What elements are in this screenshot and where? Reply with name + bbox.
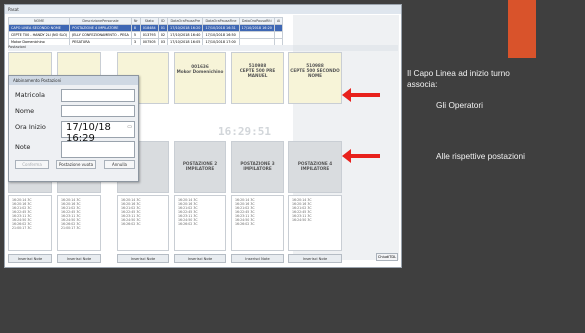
list-item: 16:26:02 3C [235,222,255,226]
grid-header[interactable]: NOME [7,17,71,25]
cancel-button[interactable]: Annulla [104,160,135,169]
event-list: 16:20:14 3C 16:20:16 3C 16:21:02 3C 16:2… [117,195,169,251]
cell: 17/10/2018 16:40 [167,31,204,39]
calendar-icon[interactable]: ▭ [127,124,132,130]
insert-note-button[interactable]: Inserisci Note [174,254,226,263]
insert-note-button[interactable]: Inserisci Note [288,254,342,263]
field-label: Note [15,143,31,151]
station-card[interactable]: 510988 CEPTE 500 SECONDO NOME [288,52,342,104]
arrow-icon [342,88,380,102]
cell: CEPTE T00 - HANDY 2LI (NO SLO) [7,31,71,39]
table-row[interactable]: CEPTE T00 - HANDY 2LI (NO SLO) JELLY CON… [7,31,284,39]
cell [273,24,284,32]
cell: 17/10/2018 16:50 [202,31,240,39]
ora-inizio-row: Ora Inizio 17/10/18 16:29 ▭ [13,121,135,144]
nome-input[interactable] [61,105,135,117]
field-label: Matricola [15,91,45,99]
intro-line-1: Il Capo Linea ad inizio turno [407,68,510,78]
field-label: Ora Inizio [15,123,46,131]
station-card-title: 510988 CEPTE 500 SECONDO NOME [290,63,340,78]
station-card-title: 001636 Mokor Domenichino [176,64,224,74]
grid-header[interactable]: DataOraPausaPre [167,17,204,25]
insert-note-button[interactable]: Inserisci Note [8,254,52,263]
app-screenshot: Pasat NOME DescrizionePersonale Nr Stato… [4,4,402,268]
cell: 013793 [139,31,159,39]
arrow-icon [342,149,380,163]
grid-header-row: NOME DescrizionePersonale Nr Stato ID Da… [7,17,284,25]
insert-note-button[interactable]: Inserisci Note [57,254,101,263]
event-list: 16:20:14 3C 16:20:16 3C 16:21:02 3C 16:2… [174,195,226,251]
operators-text: Gli Operatori [436,100,484,110]
station-card-title: POSTAZIONE 4 IMPILATORE [297,161,333,171]
clock-display: 16:29:51 [218,125,271,138]
cell: JELLY CONFEZIONAMENTO - PESA [69,31,132,39]
event-list: 16:20:14 3C 16:20:16 3C 16:21:02 3C 16:2… [8,195,52,251]
grid-header[interactable]: Al [273,17,284,25]
confirm-button[interactable]: Conferma [15,160,49,169]
presentation-slide: Pasat NOME DescrizionePersonale Nr Stato… [0,0,585,333]
list-item: 21:00:17 3C [61,226,81,230]
grid-header[interactable]: ID [157,17,169,25]
insert-note-button[interactable]: Inserisci Note [231,254,284,263]
table-row[interactable]: CAPO LINEA SECONDO NOME POSTAZIONE 4 IMP… [7,24,284,32]
matricola-input[interactable] [61,89,135,102]
list-item: 16:26:02 3C [121,222,141,226]
grid-header[interactable]: Stato [139,17,159,25]
window-title: Pasat [5,5,401,14]
station-card[interactable]: POSTAZIONE 2 IMPILATORE [174,141,226,193]
event-list: 16:20:14 3C 16:20:16 3C 16:21:02 3C 16:2… [288,195,342,251]
station-card[interactable]: POSTAZIONE 3 IMPILATORE [231,141,284,193]
cell: 5 [130,31,141,39]
event-list: 16:20:14 3C 16:20:16 3C 16:21:02 3C 16:2… [231,195,284,251]
list-item: 16:24:50 3C [292,218,312,222]
cell: 8 [130,24,141,32]
cell: 17/10/2018 16:20 [238,24,275,32]
cell: 01 [157,24,169,32]
station-card-title: POSTAZIONE 3 IMPILATORE [240,161,275,171]
insert-note-button[interactable]: Inserisci Note [117,254,169,263]
cell: 17/10/2018 16:31 [202,24,240,32]
grid-header[interactable]: DataOraPausaFine [202,17,240,25]
empty-station-button[interactable]: Postazione vuota [56,160,96,169]
list-item: 21:00:17 3C [12,226,32,230]
assignment-dialog: Abbinamento Postazioni Matricola Nome Or… [8,75,139,182]
grid-header[interactable]: DataOraPausaRiti [238,17,275,25]
station-card-title: POSTAZIONE 2 IMPILATORE [182,161,218,171]
field-label: Nome [15,107,35,115]
note-textarea[interactable] [61,141,135,158]
nome-row: Nome [13,105,135,117]
cell: CAPO LINEA SECONDO NOME [7,24,71,32]
station-card-title: 510988 CEPTE 500 PRE MANUEL [239,63,276,78]
intro-line-2: associa: [407,78,438,89]
event-list: 16:20:14 3C 16:20:16 3C 16:21:02 3C 16:2… [57,195,101,251]
station-card[interactable]: POSTAZIONE 4 IMPILATORE [288,141,342,193]
grid-header[interactable]: Nr [130,17,141,25]
cell: POSTAZIONE 4 IMPILATORE [69,24,132,32]
cell [238,31,275,39]
close-tdl-button[interactable]: ChiudiTDL [376,253,398,261]
note-row: Note [13,141,135,158]
list-item: 16:26:02 3C [178,222,198,226]
slide-text-intro: Il Capo Linea ad inizio turno associa: [407,68,583,89]
grid-header[interactable]: DescrizionePersonale [69,17,132,25]
stations-text: Alle rispettive postazioni [436,151,526,161]
cell: 02 [157,31,169,39]
dialog-title: Abbinamento Postazioni [9,76,138,85]
station-card[interactable]: 510988 CEPTE 500 PRE MANUEL [231,52,284,104]
cell: 17/10/2018 16:20 [167,24,204,32]
station-card[interactable]: 001636 Mokor Domenichino [174,52,226,104]
accent-block [508,0,536,58]
matricola-row: Matricola [13,89,135,102]
operators-grid: NOME DescrizionePersonale Nr Stato ID Da… [7,17,284,46]
cell [273,31,284,39]
cell: 018484 [139,24,159,32]
